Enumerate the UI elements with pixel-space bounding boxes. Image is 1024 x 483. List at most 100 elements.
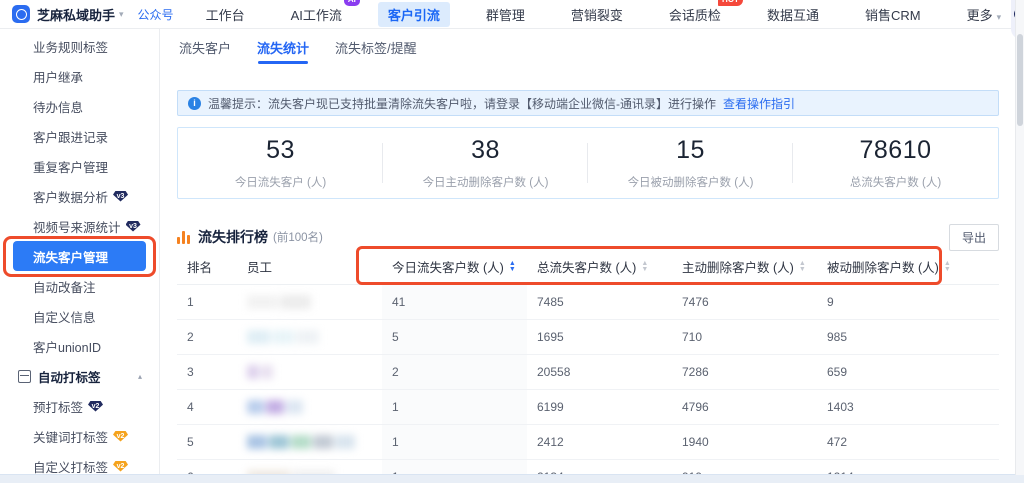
hot-badge: HOT	[718, 0, 743, 6]
redaction-block	[247, 435, 267, 449]
column-header-passive_del[interactable]: 被动删除客户数 (人) ▲ ▼	[817, 249, 999, 284]
sidebar-item-13[interactable]: 预打标签 v2	[13, 391, 146, 421]
notice-banner: i 温馨提示：流失客户现已支持批量清除流失客户啦，请登录【移动端企业微信-通讯录…	[177, 90, 999, 116]
nav-item-9[interactable]: 更多 ▾	[957, 2, 1012, 27]
cell-employee	[237, 460, 382, 475]
cell-employee	[237, 320, 382, 354]
sort-icon[interactable]: ▲ ▼	[641, 260, 649, 273]
tab-3[interactable]: 流失标签/提醒	[335, 38, 417, 64]
nav-item-label: 数据互通	[766, 7, 819, 23]
sort-icon[interactable]: ▲ ▼	[509, 260, 516, 272]
ranking-table: 排名 员工 今日流失客户数 (人) ▲ ▼ 总流失客户数 (人) ▲ ▼ 主动删除客户数 (人)…	[177, 249, 999, 475]
cell-rank: 6	[177, 460, 237, 475]
cell-passive_del: 1214	[817, 460, 999, 475]
nav-item-4[interactable]: 群管理	[476, 2, 535, 27]
tag-section-icon	[18, 369, 31, 383]
cell-rank: 1	[187, 295, 194, 309]
cell-employee	[237, 355, 382, 389]
cell-total: 2134	[527, 460, 672, 475]
cell-total: 6199	[537, 400, 564, 414]
cell-rank: 2	[187, 330, 194, 344]
sidebar-item-11[interactable]: 客户unionID	[13, 331, 146, 361]
sidebar-item-label: 自动改备注	[33, 280, 96, 295]
nav-item-6[interactable]: 会话质检HOT	[659, 0, 743, 27]
cell-rank: 3	[187, 365, 194, 379]
ranking-header: 流失排行榜 (前100名) 导出	[177, 223, 999, 251]
redaction-block	[313, 435, 333, 449]
cell-rank: 5	[187, 435, 194, 449]
notice-guide-link[interactable]: 查看操作指引	[723, 95, 795, 112]
redacted-employee-name	[247, 329, 320, 345]
sidebar-item-3[interactable]: 待办信息	[13, 91, 146, 121]
cell-employee	[237, 425, 382, 459]
sidebar-item-4[interactable]: 客户跟进记录	[13, 121, 146, 151]
horizontal-scrollbar[interactable]	[0, 474, 1024, 483]
table-row: 4 1 6199 4796 1403	[177, 390, 999, 425]
cell-active_del: 4796	[682, 400, 709, 414]
sidebar-item-2[interactable]: 用户继承	[13, 61, 146, 91]
sidebar-item-8[interactable]: 流失客户管理	[13, 241, 146, 271]
sort-desc-icon: ▼	[943, 265, 951, 273]
nav-item-label: 会话质检	[668, 7, 721, 23]
export-button[interactable]: 导出	[948, 223, 999, 251]
sidebar-item-label: 自动打标签	[38, 370, 101, 385]
column-header-rank: 排名	[177, 249, 237, 284]
sidebar-item-9[interactable]: 自动改备注	[13, 271, 146, 301]
column-header-label: 被动删除客户数 (人)	[827, 261, 939, 275]
redaction-block	[247, 295, 278, 309]
tab-1[interactable]: 流失客户	[179, 38, 231, 64]
table-row: 2 5 1695 710 985	[177, 320, 999, 355]
chevron-down-icon[interactable]: ▾	[119, 9, 124, 20]
redaction-block	[335, 435, 355, 449]
sidebar-item-12[interactable]: 自动打标签 ▴	[13, 361, 146, 391]
nav-item-8[interactable]: 销售CRM	[855, 2, 931, 27]
nav-item-3[interactable]: 客户引流	[377, 1, 450, 27]
scrollbar-thumb[interactable]	[1017, 34, 1023, 126]
nav-item-2[interactable]: AI工作流AI	[281, 0, 360, 27]
info-icon: i	[188, 96, 201, 110]
nav-item-5[interactable]: 营销裂变	[561, 2, 633, 27]
account-type-link[interactable]: 公众号	[138, 6, 174, 23]
sidebar-item-10[interactable]: 自定义信息	[13, 301, 146, 331]
nav-item-label: 营销裂变	[570, 7, 623, 23]
cell-active_del: 7476	[682, 295, 709, 309]
cell-passive_del: 1403	[827, 400, 854, 414]
sidebar-item-7[interactable]: 视频号来源统计 v3	[13, 211, 146, 241]
redacted-employee-name	[247, 294, 311, 310]
column-header-today[interactable]: 今日流失客户数 (人) ▲ ▼	[382, 249, 527, 284]
sidebar-item-14[interactable]: 关键词打标签 v2	[13, 421, 146, 451]
column-header-employee: 员工	[237, 249, 382, 284]
column-header-active_del[interactable]: 主动删除客户数 (人) ▲ ▼	[672, 249, 817, 284]
tab-bar: 流失客户 流失统计 流失标签/提醒	[179, 38, 417, 64]
nav-item-7[interactable]: 数据互通	[757, 2, 829, 27]
vertical-scrollbar[interactable]	[1015, 0, 1024, 475]
nav-item-label: AI工作流	[290, 7, 342, 23]
sort-desc-icon: ▼	[798, 265, 806, 273]
sort-icon[interactable]: ▲ ▼	[798, 260, 806, 273]
nav-item-1[interactable]: 工作台	[196, 2, 255, 27]
column-header-label: 排名	[187, 261, 213, 275]
sidebar-item-1[interactable]: 业务规则标签	[13, 31, 146, 61]
sidebar-item-6[interactable]: 客户数据分析 v3	[13, 181, 146, 211]
sidebar-item-label: 重复客户管理	[33, 160, 109, 175]
stats-card: 53 今日流失客户 (人) 38 今日主动删除客户数 (人) 15 今日被动删除客户数 (…	[177, 127, 999, 199]
sort-desc-icon: ▼	[641, 265, 649, 273]
sort-icon[interactable]: ▲ ▼	[943, 260, 951, 273]
nav-item-label: 销售CRM	[864, 7, 921, 23]
stat-label: 今日被动删除客户数 (人)	[627, 177, 754, 189]
cell-passive_del: 9	[827, 295, 834, 309]
cell-total: 1695	[537, 330, 564, 344]
ai-badge: AI	[343, 0, 360, 6]
sidebar-item-15[interactable]: 自定义打标签 v2	[13, 451, 146, 475]
cell-passive_del: 659	[827, 365, 848, 379]
cell-employee	[237, 390, 382, 424]
redaction-block	[266, 400, 284, 414]
redaction-block	[247, 330, 270, 344]
nav-item-label: 客户引流	[387, 7, 440, 23]
redaction-block	[291, 435, 311, 449]
sidebar-item-5[interactable]: 重复客户管理	[13, 151, 146, 181]
version-badge: v2	[113, 430, 129, 442]
column-header-total[interactable]: 总流失客户数 (人) ▲ ▼	[527, 249, 672, 284]
redacted-employee-name	[247, 434, 355, 450]
tab-2[interactable]: 流失统计	[257, 38, 309, 64]
